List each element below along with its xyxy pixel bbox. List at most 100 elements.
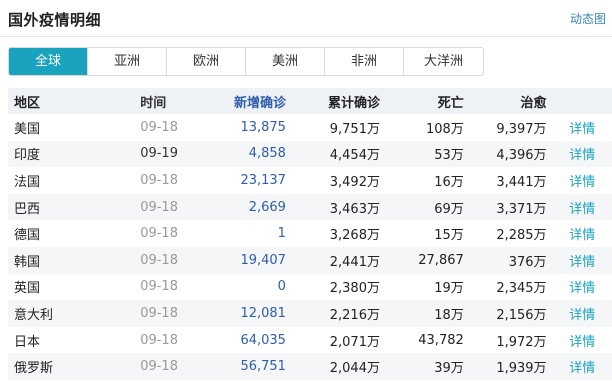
region-cell: 英国 bbox=[14, 281, 41, 297]
time-cell: 09-18 bbox=[140, 119, 178, 135]
detail-link[interactable]: 详情 bbox=[547, 353, 612, 380]
region-cell: 日本 bbox=[14, 334, 41, 350]
header-detail bbox=[547, 88, 612, 114]
tab-oceania[interactable]: 大洋洲 bbox=[404, 48, 483, 75]
table-row: 日本 09-18 64,035 2,071万 43,782 1,972万 详情 bbox=[8, 327, 612, 354]
time-cell: 09-18 bbox=[140, 332, 178, 348]
table-row: 美国 09-18 13,875 9,751万 108万 9,397万 详情 bbox=[8, 114, 612, 141]
header-new-cases[interactable]: 新增确诊 bbox=[202, 88, 286, 114]
cured-cell: 2,156万 bbox=[496, 307, 547, 323]
detail-link[interactable]: 详情 bbox=[547, 114, 612, 141]
region-cell: 印度 bbox=[14, 148, 41, 164]
deaths-cell: 27,867 bbox=[418, 252, 464, 268]
region-cell: 法国 bbox=[14, 174, 41, 190]
cured-cell: 2,285万 bbox=[496, 228, 547, 244]
cured-cell: 2,345万 bbox=[496, 281, 547, 297]
deaths-cell: 16万 bbox=[434, 174, 464, 190]
time-cell: 09-18 bbox=[140, 279, 178, 295]
deaths-cell: 53万 bbox=[434, 148, 464, 164]
new-cases-cell: 0 bbox=[277, 279, 286, 295]
time-cell: 09-18 bbox=[140, 305, 178, 321]
new-cases-cell: 64,035 bbox=[240, 332, 286, 348]
time-cell: 09-18 bbox=[140, 252, 178, 268]
new-cases-cell: 56,751 bbox=[240, 359, 286, 375]
tab-americas[interactable]: 美洲 bbox=[246, 48, 325, 75]
cured-cell: 4,396万 bbox=[496, 148, 547, 164]
region-cell: 巴西 bbox=[14, 201, 41, 217]
header-divider bbox=[0, 36, 612, 37]
region-cell: 韩国 bbox=[14, 254, 41, 270]
time-cell: 09-18 bbox=[140, 359, 178, 375]
new-cases-cell: 13,875 bbox=[240, 119, 286, 135]
cured-cell: 3,441万 bbox=[496, 174, 547, 190]
time-cell: 09-19 bbox=[140, 146, 178, 162]
detail-link[interactable]: 详情 bbox=[547, 300, 612, 327]
header-time: 时间 bbox=[140, 95, 167, 111]
detail-link[interactable]: 详情 bbox=[547, 220, 612, 247]
cured-cell: 376万 bbox=[508, 254, 547, 270]
detail-link[interactable]: 详情 bbox=[547, 247, 612, 274]
new-cases-cell: 1 bbox=[277, 226, 286, 242]
header-deaths[interactable]: 死亡 bbox=[380, 88, 464, 114]
cured-cell: 3,371万 bbox=[496, 201, 547, 217]
deaths-cell: 19万 bbox=[434, 281, 464, 297]
deaths-cell: 39万 bbox=[434, 361, 464, 377]
table-header-row: 地区 时间 新增确诊 累计确诊 死亡 治愈 bbox=[8, 88, 612, 114]
total-cases-cell: 3,463万 bbox=[329, 201, 380, 217]
new-cases-cell: 2,669 bbox=[248, 199, 286, 215]
header-total-cases[interactable]: 累计确诊 bbox=[286, 88, 380, 114]
detail-link[interactable]: 详情 bbox=[547, 327, 612, 354]
epidemic-table: 地区 时间 新增确诊 累计确诊 死亡 治愈 美国 09-18 13,875 9,… bbox=[8, 88, 612, 380]
total-cases-cell: 2,441万 bbox=[329, 254, 380, 270]
panel-title: 国外疫情明细 bbox=[8, 11, 102, 29]
table-row: 法国 09-18 23,137 3,492万 16万 3,441万 详情 bbox=[8, 167, 612, 194]
deaths-cell: 43,782 bbox=[418, 332, 464, 348]
new-cases-cell: 12,081 bbox=[240, 305, 286, 321]
panel-header: 国外疫情明细 动态图 bbox=[0, 0, 612, 36]
tab-europe[interactable]: 欧洲 bbox=[167, 48, 246, 75]
tab-asia[interactable]: 亚洲 bbox=[88, 48, 167, 75]
region-cell: 美国 bbox=[14, 121, 41, 137]
region-cell: 德国 bbox=[14, 228, 41, 244]
table-row: 印度 09-19 4,858 4,454万 53万 4,396万 详情 bbox=[8, 140, 612, 168]
region-cell: 俄罗斯 bbox=[14, 361, 54, 377]
detail-link[interactable]: 详情 bbox=[547, 274, 612, 301]
header-cured[interactable]: 治愈 bbox=[464, 88, 547, 114]
time-cell: 09-18 bbox=[140, 199, 178, 215]
deaths-cell: 108万 bbox=[425, 121, 464, 137]
deaths-cell: 15万 bbox=[434, 228, 464, 244]
deaths-cell: 18万 bbox=[434, 307, 464, 323]
table-row: 韩国 09-18 19,407 2,441万 27,867 376万 详情 bbox=[8, 246, 612, 274]
cured-cell: 1,972万 bbox=[496, 334, 547, 350]
tab-global[interactable]: 全球 bbox=[9, 48, 88, 75]
total-cases-cell: 2,216万 bbox=[329, 307, 380, 323]
header-region: 地区 bbox=[14, 95, 41, 111]
detail-link[interactable]: 详情 bbox=[547, 167, 612, 194]
total-cases-cell: 3,492万 bbox=[329, 174, 380, 190]
total-cases-cell: 2,071万 bbox=[329, 334, 380, 350]
detail-link[interactable]: 详情 bbox=[547, 194, 612, 221]
time-cell: 09-18 bbox=[140, 172, 178, 188]
table-row: 意大利 09-18 12,081 2,216万 18万 2,156万 详情 bbox=[8, 300, 612, 327]
time-cell: 09-18 bbox=[140, 226, 178, 242]
new-cases-cell: 23,137 bbox=[240, 172, 286, 188]
table-row: 德国 09-18 1 3,268万 15万 2,285万 详情 bbox=[8, 220, 612, 247]
detail-link[interactable]: 详情 bbox=[547, 141, 612, 168]
animated-map-link[interactable]: 动态图 bbox=[570, 10, 606, 27]
cured-cell: 1,939万 bbox=[496, 361, 547, 377]
deaths-cell: 69万 bbox=[434, 201, 464, 217]
table-row: 俄罗斯 09-18 56,751 2,044万 39万 1,939万 详情 bbox=[8, 353, 612, 380]
new-cases-cell: 19,407 bbox=[240, 252, 286, 268]
region-tabs: 全球 亚洲 欧洲 美洲 非洲 大洋洲 bbox=[8, 47, 484, 76]
total-cases-cell: 2,380万 bbox=[329, 281, 380, 297]
total-cases-cell: 3,268万 bbox=[329, 228, 380, 244]
table-row: 英国 09-18 0 2,380万 19万 2,345万 详情 bbox=[8, 274, 612, 301]
region-cell: 意大利 bbox=[14, 307, 54, 323]
total-cases-cell: 4,454万 bbox=[329, 148, 380, 164]
tab-africa[interactable]: 非洲 bbox=[325, 48, 404, 75]
total-cases-cell: 9,751万 bbox=[329, 121, 380, 137]
total-cases-cell: 2,044万 bbox=[329, 361, 380, 377]
cured-cell: 9,397万 bbox=[496, 121, 547, 137]
new-cases-cell: 4,858 bbox=[248, 146, 286, 162]
table-row: 巴西 09-18 2,669 3,463万 69万 3,371万 详情 bbox=[8, 193, 612, 221]
